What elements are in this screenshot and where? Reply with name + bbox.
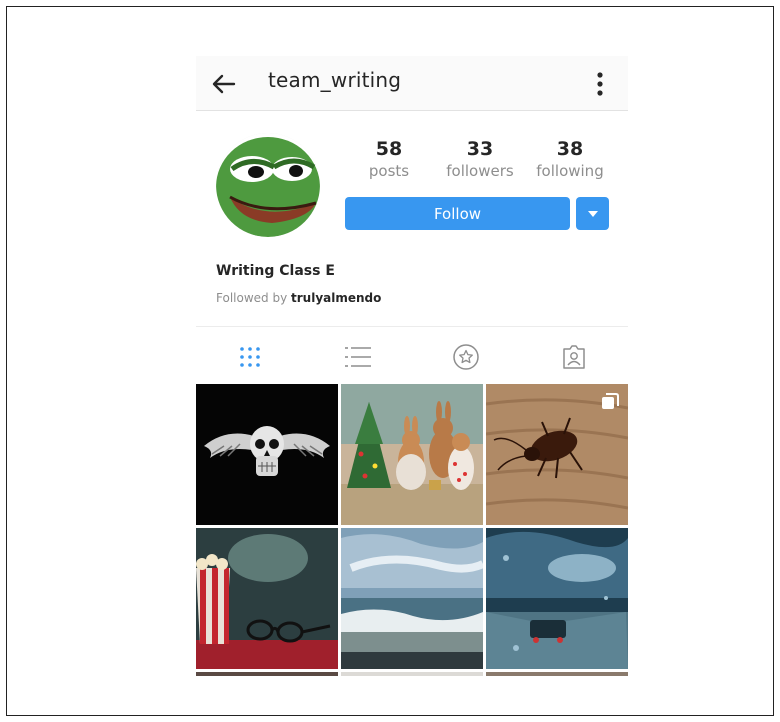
tab-tagged[interactable] [558, 341, 590, 373]
stat-followers[interactable]: 33 followers [438, 138, 522, 180]
avatar-image [216, 133, 320, 237]
stat-posts[interactable]: 58 posts [356, 138, 422, 180]
star-icon [453, 344, 479, 370]
post-image-rain-road [486, 528, 628, 669]
profile-tabs [196, 326, 628, 384]
stat-label: followers [446, 162, 514, 180]
list-icon [345, 347, 371, 367]
grid-post[interactable] [486, 384, 628, 525]
stat-value: 38 [556, 138, 584, 160]
grid-post[interactable] [486, 672, 628, 676]
multiple-photos-icon [602, 393, 619, 409]
post-image-christmas [341, 384, 483, 525]
grid-post[interactable] [341, 384, 483, 525]
grid-post[interactable] [196, 528, 338, 669]
profile-display-name: Writing Class E [216, 263, 335, 279]
grid-post[interactable] [196, 672, 338, 676]
post-image-popcorn [196, 528, 338, 669]
page-title: team_writing [268, 68, 402, 92]
followed-by-user-link[interactable]: trulyalmendo [291, 291, 381, 305]
tab-list[interactable] [342, 341, 374, 373]
grid-post[interactable] [196, 384, 338, 525]
stat-value: 33 [466, 138, 494, 160]
post-image-ocean [341, 528, 483, 669]
grid-post[interactable] [341, 528, 483, 669]
tagged-person-icon [563, 345, 585, 369]
tab-saved[interactable] [450, 341, 482, 373]
suggested-dropdown-button[interactable] [576, 197, 609, 230]
stat-following[interactable]: 38 following [528, 138, 612, 180]
post-image-skull [196, 384, 338, 525]
avatar[interactable] [216, 133, 320, 237]
grid-icon [240, 347, 260, 367]
follow-button[interactable]: Follow [345, 197, 570, 230]
back-arrow-icon[interactable] [210, 70, 238, 98]
grid-post[interactable] [341, 672, 483, 676]
tab-grid[interactable] [234, 341, 266, 373]
caret-down-icon [587, 210, 598, 217]
profile-screen: team_writing 58 posts 33 followers 38 fo… [196, 56, 628, 676]
profile-stats: 58 posts 33 followers 38 following [356, 138, 612, 188]
top-bar: team_writing [196, 56, 628, 111]
photo-grid [196, 384, 628, 676]
followed-by-prefix: Followed by [216, 291, 288, 305]
more-options-icon[interactable] [588, 70, 612, 98]
stat-value: 58 [375, 138, 403, 160]
followed-by-text: Followed by trulyalmendo [216, 291, 381, 305]
grid-post[interactable] [486, 528, 628, 669]
stat-label: posts [368, 162, 410, 180]
stat-label: following [536, 162, 604, 180]
